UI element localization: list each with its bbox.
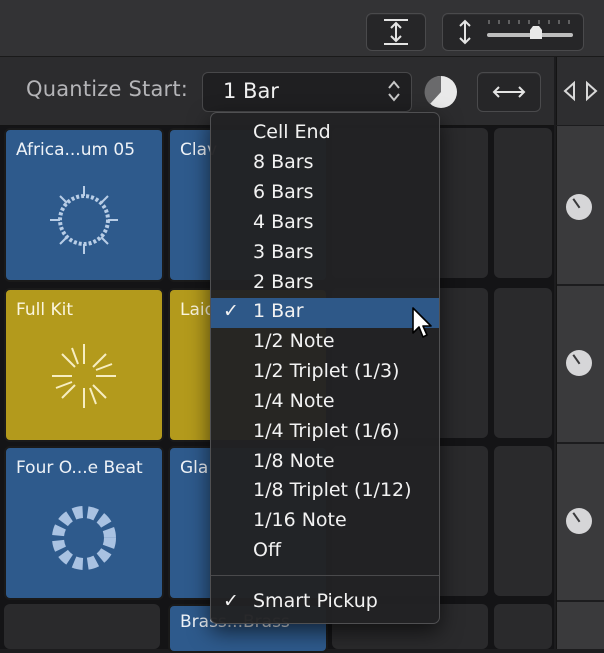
vertical-zoom-control[interactable] <box>442 13 584 51</box>
cell-empty[interactable] <box>4 604 160 649</box>
waveform-icon <box>50 186 118 254</box>
menu-item-quarter-triplet[interactable]: 1/4 Triplet (1/6) <box>211 418 439 448</box>
quantize-start-value: 1 Bar <box>223 79 279 103</box>
mouse-pointer-icon <box>412 307 432 338</box>
menu-item-half-triplet[interactable]: 1/2 Triplet (1/3) <box>211 358 439 388</box>
menu-item-eighth-triplet[interactable]: 1/8 Triplet (1/12) <box>211 477 439 507</box>
menu-item-2-bars[interactable]: 2 Bars <box>211 269 439 299</box>
cell-empty[interactable] <box>494 288 552 438</box>
menu-item-quarter-note[interactable]: 1/4 Note <box>211 388 439 418</box>
scene-knob[interactable] <box>566 350 592 376</box>
scene-knob[interactable] <box>566 194 592 220</box>
menu-item-sixteenth-note[interactable]: 1/16 Note <box>211 507 439 537</box>
cell-title: Africa...um 05 <box>16 140 136 160</box>
cell-empty[interactable] <box>494 128 552 278</box>
cell-empty[interactable] <box>494 446 552 596</box>
vertical-fit-icon <box>384 19 408 45</box>
row-divider <box>557 442 604 444</box>
left-right-triangles-icon[interactable] <box>557 57 604 125</box>
menu-item-eighth-note[interactable]: 1/8 Note <box>211 448 439 478</box>
row-divider <box>557 600 604 602</box>
cell-title: Four O...e Beat <box>16 458 143 478</box>
right-strip-header <box>556 57 604 125</box>
up-down-chevron-icon <box>388 80 400 102</box>
menu-item-smart-pickup[interactable]: ✓ Smart Pickup <box>211 588 439 618</box>
vertical-resize-icon <box>459 19 471 45</box>
quantize-start-menu: Cell End 8 Bars 6 Bars 4 Bars 3 Bars 2 B… <box>210 112 440 624</box>
scene-knob[interactable] <box>566 508 592 534</box>
menu-item-half-note[interactable]: 1/2 Note <box>211 328 439 358</box>
menu-item-4-bars[interactable]: 4 Bars <box>211 209 439 239</box>
cell-four-on-the-floor[interactable]: Four O...e Beat <box>4 446 164 600</box>
menu-item-off[interactable]: Off <box>211 537 439 567</box>
quantize-start-select[interactable]: 1 Bar <box>202 72 412 112</box>
menu-item-3-bars[interactable]: 3 Bars <box>211 239 439 269</box>
cell-title: Full Kit <box>16 300 74 320</box>
row-divider <box>557 284 604 286</box>
checkmark-icon: ✓ <box>223 590 239 612</box>
zoom-slider[interactable] <box>481 14 581 50</box>
checkmark-icon: ✓ <box>223 300 239 322</box>
menu-item-6-bars[interactable]: 6 Bars <box>211 179 439 209</box>
horizontal-resize-button[interactable] <box>477 72 541 112</box>
waveform-icon <box>52 506 116 570</box>
vertical-fit-button[interactable] <box>366 13 426 51</box>
menu-item-8-bars[interactable]: 8 Bars <box>211 149 439 179</box>
quantize-start-label: Quantize Start: <box>26 77 189 101</box>
menu-item-1-bar[interactable]: ✓ 1 Bar <box>211 298 439 328</box>
horizontal-resize-icon <box>492 86 526 98</box>
menu-item-cell-end[interactable]: Cell End <box>211 119 439 149</box>
cell-full-kit[interactable]: Full Kit <box>4 288 164 442</box>
top-toolbar <box>0 0 604 57</box>
cell-title: Gla <box>180 458 209 478</box>
waveform-icon <box>52 344 116 408</box>
menu-separator <box>211 575 439 576</box>
cell-africa[interactable]: Africa...um 05 <box>4 128 164 282</box>
play-from-pie-icon[interactable] <box>422 73 460 111</box>
cell-empty[interactable] <box>494 604 552 649</box>
